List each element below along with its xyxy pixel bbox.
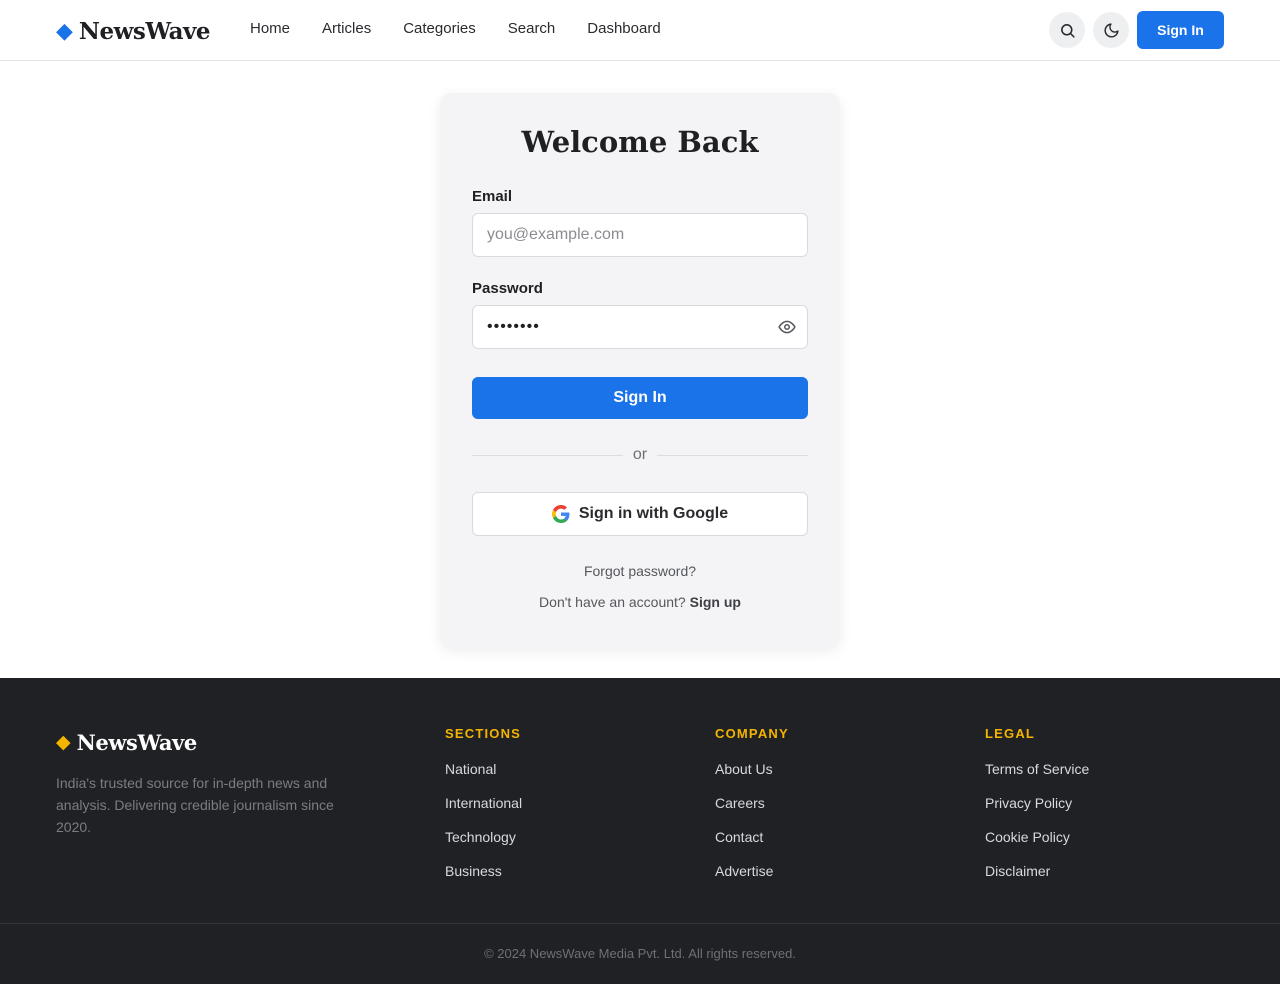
footer-link-contact[interactable]: Contact <box>715 827 789 861</box>
nav-dashboard[interactable]: Dashboard <box>587 19 660 39</box>
main-nav: Home Articles Categories Search Dashboar… <box>250 19 693 39</box>
brand-name: NewsWave <box>78 17 211 45</box>
nav-search[interactable]: Search <box>508 19 556 39</box>
footer-brand-name: NewsWave <box>76 730 198 755</box>
password-field[interactable] <box>472 305 808 349</box>
footer-link-advertise[interactable]: Advertise <box>715 861 789 895</box>
signup-prompt: Don't have an account? Sign up <box>440 594 840 610</box>
site-header: ◆ NewsWave Home Articles Categories Sear… <box>0 0 1280 61</box>
forgot-password-link[interactable]: Forgot password? <box>440 563 840 579</box>
header-signin-button[interactable]: Sign In <box>1137 11 1224 49</box>
brand-logo[interactable]: ◆ NewsWave <box>56 15 211 47</box>
footer-brand-logo[interactable]: ◆ NewsWave <box>56 730 197 755</box>
nav-articles[interactable]: Articles <box>322 19 371 39</box>
search-icon <box>1060 23 1075 38</box>
footer-column-title: SECTIONS <box>445 726 522 741</box>
signup-link[interactable]: Sign up <box>690 594 741 610</box>
footer-column-title: COMPANY <box>715 726 789 741</box>
footer-column-sections: SECTIONS National International Technolo… <box>445 726 522 895</box>
nav-categories[interactable]: Categories <box>403 19 476 39</box>
footer-link-national[interactable]: National <box>445 759 522 793</box>
or-divider: or <box>472 445 809 465</box>
footer-divider <box>0 923 1280 924</box>
eye-icon <box>778 320 796 334</box>
footer-copyright: © 2024 NewsWave Media Pvt. Ltd. All righ… <box>484 946 796 961</box>
divider-line <box>472 454 623 456</box>
divider-text: or <box>632 446 648 463</box>
footer-description: India's trusted source for in-depth news… <box>56 775 334 835</box>
site-footer: ◆ NewsWave India's trusted source for in… <box>0 678 1280 984</box>
footer-link-privacy[interactable]: Privacy Policy <box>985 793 1089 827</box>
footer-link-technology[interactable]: Technology <box>445 827 522 861</box>
diamond-logo-icon: ◆ <box>56 732 71 753</box>
footer-column-title: LEGAL <box>985 726 1036 741</box>
nav-home[interactable]: Home <box>250 19 290 39</box>
google-signin-button[interactable]: Sign in with Google <box>472 492 808 536</box>
login-card: Welcome Back Email Password Sign In or S… <box>440 93 840 647</box>
page-title: Welcome Back <box>521 125 759 159</box>
signin-submit-button[interactable]: Sign In <box>472 377 808 419</box>
signup-prompt-text: Don't have an account? <box>539 594 686 610</box>
footer-link-cookie[interactable]: Cookie Policy <box>985 827 1089 861</box>
google-icon <box>551 505 570 523</box>
footer-column-legal: LEGAL Terms of Service Privacy Policy Co… <box>985 726 1089 895</box>
footer-link-international[interactable]: International <box>445 793 522 827</box>
footer-link-about-us[interactable]: About Us <box>715 759 789 793</box>
footer-link-careers[interactable]: Careers <box>715 793 789 827</box>
footer-link-business[interactable]: Business <box>445 861 522 895</box>
search-button[interactable] <box>1049 12 1085 48</box>
moon-icon <box>1104 22 1119 37</box>
diamond-logo-icon: ◆ <box>56 18 73 43</box>
theme-toggle-button[interactable] <box>1093 12 1129 48</box>
footer-column-company: COMPANY About Us Careers Contact Adverti… <box>715 726 789 895</box>
email-label: Email <box>472 188 513 205</box>
footer-link-terms[interactable]: Terms of Service <box>985 759 1089 793</box>
footer-link-disclaimer[interactable]: Disclaimer <box>985 861 1089 895</box>
divider-line <box>657 454 809 456</box>
password-label: Password <box>472 280 543 297</box>
toggle-password-visibility-button[interactable] <box>776 317 798 337</box>
google-signin-label: Sign in with Google <box>578 505 729 522</box>
email-field[interactable] <box>472 213 808 257</box>
